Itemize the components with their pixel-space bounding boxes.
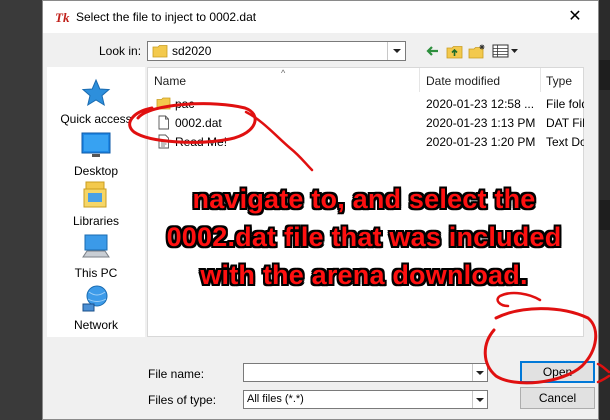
places-bar: Quick access Desktop Libraries This PC N…	[47, 67, 145, 337]
file-name: pac	[175, 97, 195, 111]
place-desktop[interactable]: Desktop	[47, 129, 145, 178]
file-type: DAT File	[546, 116, 584, 130]
column-header-date[interactable]: Date modified	[426, 74, 500, 88]
place-this-pc[interactable]: This PC	[47, 231, 145, 280]
view-list-icon	[492, 44, 518, 58]
place-label: Libraries	[72, 214, 120, 228]
place-libraries[interactable]: Libraries	[47, 179, 145, 228]
new-folder-icon	[468, 44, 485, 58]
background-strip	[598, 60, 610, 90]
place-quick-access[interactable]: Quick access	[47, 77, 145, 126]
libraries-icon	[83, 181, 107, 208]
file-name: 0002.dat	[175, 116, 222, 130]
file-icon	[158, 115, 169, 130]
annotation-line: navigate to, and select the	[192, 184, 536, 214]
filetype-label: Files of type:	[148, 393, 217, 407]
tk-feather-icon: Tk	[55, 10, 70, 24]
desktop-icon	[81, 132, 111, 157]
text-file-icon	[158, 134, 169, 149]
file-type: Text Docu	[546, 135, 584, 149]
column-header-type[interactable]: Type	[546, 74, 572, 88]
place-label: Network	[73, 318, 118, 332]
up-folder-icon	[446, 45, 462, 58]
annotation-line: 0002.dat file that was included	[166, 222, 562, 252]
annotation-line: with the arena download.	[200, 260, 528, 290]
background-window-left	[0, 0, 42, 420]
file-date: 2020-01-23 1:20 PM	[426, 135, 536, 149]
place-network[interactable]: Network	[47, 283, 145, 332]
filetype-value: All files (*.*)	[247, 393, 304, 405]
folder-icon	[152, 45, 168, 58]
this-pc-icon	[82, 234, 110, 258]
file-name: Read Me!	[175, 135, 228, 149]
title-bar: Tk Select the file to inject to 0002.dat…	[43, 1, 598, 33]
background-strip	[598, 200, 610, 230]
network-icon	[82, 285, 108, 312]
lookin-label: Look in:	[99, 44, 142, 58]
sort-ascending-icon: ^	[281, 68, 286, 78]
filetype-select[interactable]: All files (*.*)	[243, 390, 488, 409]
up-folder-button[interactable]	[444, 41, 464, 61]
place-label: Desktop	[73, 164, 119, 178]
dialog-title: Select the file to inject to 0002.dat	[76, 10, 257, 24]
instruction-annotation: navigate to, and select the 0002.dat fil…	[154, 180, 574, 294]
svg-text:Tk: Tk	[55, 10, 70, 24]
close-button[interactable]: ✕	[560, 3, 590, 31]
quick-access-icon	[81, 78, 111, 107]
view-menu-button[interactable]	[491, 41, 519, 61]
file-row[interactable]: pac 2020-01-23 12:58 ... File folder	[148, 95, 584, 114]
filename-input[interactable]	[243, 363, 488, 382]
chevron-down-icon[interactable]	[472, 391, 487, 408]
column-header-name[interactable]: Name	[154, 74, 186, 88]
back-arrow-icon	[426, 46, 438, 56]
file-type: File folder	[546, 97, 584, 111]
file-row[interactable]: Read Me! 2020-01-23 1:20 PM Text Docu	[148, 133, 584, 152]
lookin-value: sd2020	[172, 44, 212, 58]
place-label: Quick access	[60, 112, 132, 126]
filename-label: File name:	[148, 367, 205, 381]
file-date: 2020-01-23 12:58 ...	[426, 97, 535, 111]
background-window-right	[598, 0, 610, 420]
cancel-button[interactable]: Cancel	[520, 387, 595, 409]
column-separator[interactable]	[419, 68, 420, 92]
lookin-combobox[interactable]: sd2020	[147, 41, 406, 61]
file-date: 2020-01-23 1:13 PM	[426, 116, 536, 130]
place-label: This PC	[74, 266, 118, 280]
chevron-down-icon[interactable]	[387, 42, 405, 60]
folder-icon	[156, 97, 171, 110]
open-button[interactable]: Open	[520, 361, 595, 383]
file-row[interactable]: 0002.dat 2020-01-23 1:13 PM DAT File	[148, 114, 584, 133]
back-button[interactable]	[423, 41, 441, 61]
chevron-down-icon[interactable]	[472, 364, 487, 381]
new-folder-button[interactable]	[467, 41, 487, 61]
column-separator[interactable]	[540, 68, 541, 92]
